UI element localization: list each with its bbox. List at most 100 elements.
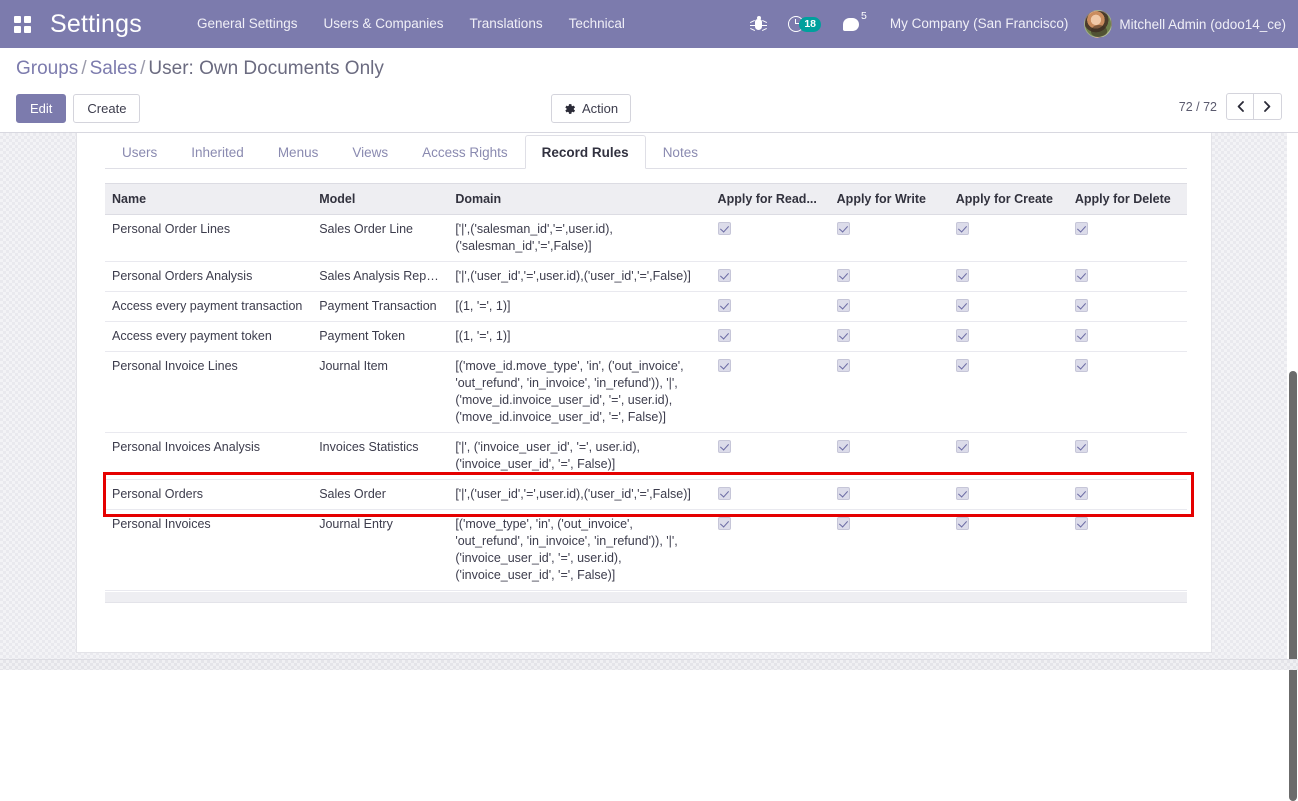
checkbox-checked[interactable] (837, 440, 850, 453)
table-row[interactable]: Personal Orders Analysis Sales Analysis … (105, 262, 1187, 292)
breadcrumb-item-current: User: Own Documents Only (148, 58, 383, 79)
table-row-highlighted[interactable]: Personal Orders Sales Order ['|',('user_… (105, 480, 1187, 510)
checkbox-checked[interactable] (1075, 359, 1088, 372)
checkbox-checked[interactable] (718, 517, 731, 530)
menu-item-technical[interactable]: Technical (556, 0, 638, 48)
cell-model: Journal Item (312, 352, 448, 433)
menu-item-general-settings[interactable]: General Settings (184, 0, 311, 48)
checkbox-checked[interactable] (1075, 299, 1088, 312)
horizontal-scrollbar[interactable] (0, 659, 1298, 670)
column-header-apply-for-create[interactable]: Apply for Create (949, 184, 1068, 215)
checkbox-checked[interactable] (837, 269, 850, 282)
tab-access-rights[interactable]: Access Rights (405, 135, 525, 169)
breadcrumb-item-groups[interactable]: Groups (16, 58, 78, 79)
checkbox-checked[interactable] (1075, 487, 1088, 500)
checkbox-checked[interactable] (956, 359, 969, 372)
checkbox-checked[interactable] (718, 440, 731, 453)
checkbox-checked[interactable] (1075, 440, 1088, 453)
cell-apply-for-read (711, 433, 830, 480)
cell-domain: [(1, '=', 1)] (448, 292, 710, 322)
table-row[interactable]: Personal Invoices Analysis Invoices Stat… (105, 433, 1187, 480)
column-header-domain[interactable]: Domain (448, 184, 710, 215)
record-rules-table-wrapper: Name Model Domain Apply for Read... Appl… (105, 183, 1187, 591)
chat-bubble-icon (843, 18, 859, 31)
column-header-name[interactable]: Name (105, 184, 312, 215)
table-row[interactable]: Personal Order Lines Sales Order Line ['… (105, 215, 1187, 262)
company-switcher[interactable]: My Company (San Francisco) (878, 0, 1081, 48)
menu-item-users-companies[interactable]: Users & Companies (311, 0, 457, 48)
table-row[interactable]: Access every payment token Payment Token… (105, 322, 1187, 352)
checkbox-checked[interactable] (956, 440, 969, 453)
cell-name: Personal Orders Analysis (105, 262, 312, 292)
cell-domain: [('move_id.move_type', 'in', ('out_invoi… (448, 352, 710, 433)
user-menu-label: Mitchell Admin (odoo14_ce) (1119, 17, 1286, 32)
column-header-model[interactable]: Model (312, 184, 448, 215)
cell-apply-for-write (830, 215, 949, 262)
checkbox-checked[interactable] (956, 329, 969, 342)
tab-inherited[interactable]: Inherited (174, 135, 261, 169)
checkbox-checked[interactable] (1075, 269, 1088, 282)
form-view-background: Users Inherited Menus Views Access Right… (0, 133, 1298, 670)
messaging-menu-button[interactable]: 5 (832, 0, 878, 48)
action-button[interactable]: Action (551, 94, 631, 123)
pager-next-button[interactable] (1254, 93, 1282, 120)
table-row[interactable]: Personal Invoices Journal Entry [('move_… (105, 510, 1187, 591)
checkbox-checked[interactable] (718, 269, 731, 282)
cell-apply-for-delete (1068, 292, 1187, 322)
checkbox-checked[interactable] (718, 487, 731, 500)
checkbox-checked[interactable] (956, 269, 969, 282)
tab-menus[interactable]: Menus (261, 135, 336, 169)
checkbox-checked[interactable] (718, 299, 731, 312)
bug-icon (751, 16, 766, 32)
pager-previous-button[interactable] (1226, 93, 1254, 120)
debug-menu-button[interactable] (740, 0, 777, 48)
checkbox-checked[interactable] (837, 299, 850, 312)
checkbox-checked[interactable] (1075, 329, 1088, 342)
pager-counter[interactable]: 72 / 72 (1179, 100, 1217, 114)
checkbox-checked[interactable] (718, 222, 731, 235)
cell-name: Access every payment transaction (105, 292, 312, 322)
vertical-scrollbar-track[interactable] (1287, 133, 1298, 659)
apps-menu-button[interactable] (0, 0, 44, 48)
breadcrumb-item-sales[interactable]: Sales (90, 58, 138, 79)
cell-apply-for-write (830, 322, 949, 352)
create-button[interactable]: Create (73, 94, 140, 123)
checkbox-checked[interactable] (837, 487, 850, 500)
tab-views[interactable]: Views (335, 135, 405, 169)
checkbox-checked[interactable] (956, 299, 969, 312)
column-header-apply-for-delete[interactable]: Apply for Delete (1068, 184, 1187, 215)
checkbox-checked[interactable] (837, 359, 850, 372)
user-menu[interactable]: Mitchell Admin (odoo14_ce) (1080, 10, 1286, 38)
cell-apply-for-read (711, 292, 830, 322)
checkbox-checked[interactable] (718, 359, 731, 372)
menu-item-translations[interactable]: Translations (457, 0, 556, 48)
pager: 72 / 72 (1179, 93, 1282, 120)
cell-apply-for-create (949, 352, 1068, 433)
edit-button[interactable]: Edit (16, 94, 66, 123)
checkbox-checked[interactable] (837, 222, 850, 235)
table-row[interactable]: Personal Invoice Lines Journal Item [('m… (105, 352, 1187, 433)
checkbox-checked[interactable] (956, 222, 969, 235)
breadcrumb-separator-1: / (78, 58, 89, 79)
column-header-apply-for-read[interactable]: Apply for Read... (711, 184, 830, 215)
activity-count-badge: 18 (799, 17, 821, 32)
tab-record-rules[interactable]: Record Rules (525, 135, 646, 169)
cell-apply-for-create (949, 292, 1068, 322)
chevron-left-icon (1237, 101, 1244, 112)
checkbox-checked[interactable] (956, 487, 969, 500)
vertical-scrollbar-thumb[interactable] (1289, 371, 1297, 801)
app-brand-title[interactable]: Settings (50, 0, 142, 48)
tab-users[interactable]: Users (105, 135, 174, 169)
checkbox-checked[interactable] (1075, 517, 1088, 530)
tab-notes[interactable]: Notes (646, 135, 715, 169)
checkbox-checked[interactable] (718, 329, 731, 342)
table-row[interactable]: Access every payment transaction Payment… (105, 292, 1187, 322)
checkbox-checked[interactable] (837, 517, 850, 530)
cell-apply-for-create (949, 510, 1068, 591)
checkbox-checked[interactable] (956, 517, 969, 530)
checkbox-checked[interactable] (837, 329, 850, 342)
column-header-apply-for-write[interactable]: Apply for Write (830, 184, 949, 215)
action-button-label: Action (582, 101, 618, 116)
activity-menu-button[interactable]: 18 (777, 0, 832, 48)
checkbox-checked[interactable] (1075, 222, 1088, 235)
